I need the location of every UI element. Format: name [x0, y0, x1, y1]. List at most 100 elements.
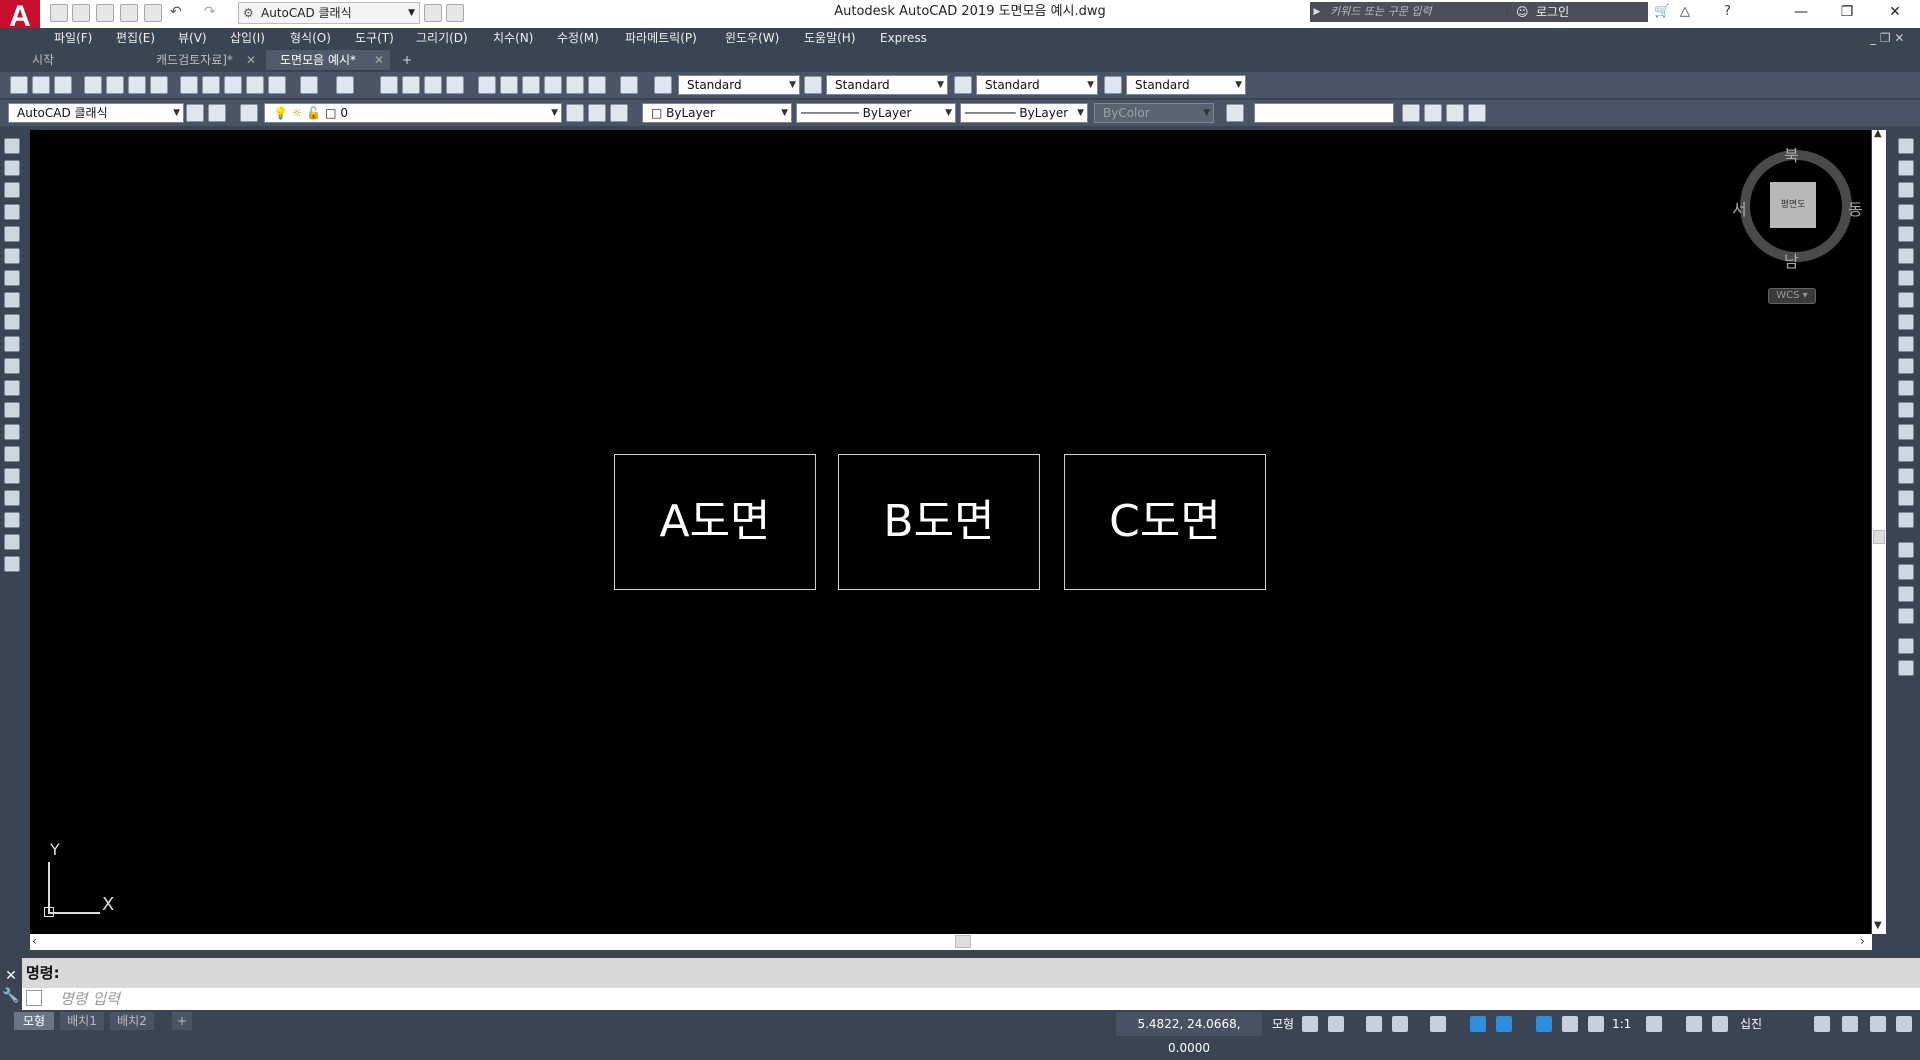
object-snap-tracking-icon[interactable] — [1470, 1016, 1486, 1032]
compass-south[interactable]: 남 — [1784, 248, 1799, 272]
minimize-button[interactable]: — — [1778, 0, 1824, 26]
design-center-icon[interactable] — [500, 76, 518, 94]
mleader-style-select[interactable]: Standard ▼ — [1126, 75, 1246, 95]
signin-button[interactable]: ☺ 로그인 — [1508, 2, 1648, 22]
plot-icon[interactable] — [144, 4, 162, 22]
annotation-scale-value[interactable]: 1:1 — [1612, 1012, 1631, 1036]
tool-palettes-icon[interactable] — [522, 76, 540, 94]
menu-parametric[interactable]: 파라메트릭(P) — [625, 28, 697, 48]
menu-dimension[interactable]: 치수(N) — [493, 28, 533, 48]
help-icon[interactable]: ? — [1724, 4, 1731, 19]
scroll-left-icon[interactable]: ‹ — [32, 934, 37, 948]
menu-insert[interactable]: 삽입(I) — [230, 28, 265, 48]
ellipse-icon[interactable] — [4, 336, 20, 352]
menu-help[interactable]: 도움말(H) — [804, 28, 856, 48]
ortho-icon[interactable] — [1366, 1016, 1382, 1032]
horizontal-scrollbar[interactable]: ‹ › — [30, 934, 1872, 950]
workspace-select[interactable]: AutoCAD 클래식 ▼ — [8, 103, 184, 123]
new-tab-button[interactable]: + — [396, 50, 420, 70]
coordinates-readout[interactable]: 5.4822, 24.0668, 0.0000 — [1116, 1012, 1262, 1055]
menu-window[interactable]: 윈도우(W) — [725, 28, 779, 48]
model-space-toggle[interactable]: 모형 — [1272, 1012, 1294, 1036]
add-selected-icon[interactable] — [4, 556, 20, 572]
bring-above-icon[interactable] — [1898, 586, 1914, 602]
redo-icon[interactable] — [336, 76, 354, 94]
gradient-icon[interactable] — [4, 468, 20, 484]
wrench-icon[interactable]: 🔧 — [0, 988, 22, 1004]
join-icon[interactable] — [1898, 424, 1914, 440]
isodraft-icon[interactable] — [1430, 1016, 1446, 1032]
rotate-icon[interactable] — [1898, 270, 1914, 286]
tab-model[interactable]: 모형 — [14, 1012, 54, 1030]
menu-file[interactable]: 파일(F) — [54, 28, 92, 48]
undo-icon[interactable]: ↶ — [170, 4, 182, 20]
hardware-acceleration-icon[interactable] — [1842, 1016, 1858, 1032]
mleader-style-icon[interactable] — [1104, 76, 1122, 94]
text-style-icon[interactable] — [654, 76, 672, 94]
open-icon[interactable] — [32, 76, 50, 94]
scroll-up-icon[interactable]: ▲ — [1874, 128, 1882, 139]
menu-edit[interactable]: 편집(E) — [116, 28, 155, 48]
spline-icon[interactable] — [4, 314, 20, 330]
menu-format[interactable]: 형식(O) — [290, 28, 331, 48]
cut-icon[interactable] — [180, 76, 198, 94]
compass-north[interactable]: 북 — [1784, 142, 1799, 166]
color-select[interactable]: □ ByLayer ▼ — [642, 103, 792, 123]
make-block-icon[interactable] — [4, 402, 20, 418]
new-icon[interactable] — [10, 76, 28, 94]
recent-commands-icon[interactable] — [26, 990, 42, 1006]
customization-icon[interactable] — [1896, 1016, 1912, 1032]
grid-icon[interactable] — [1302, 1016, 1318, 1032]
zoom-realtime-icon[interactable] — [402, 76, 420, 94]
visual-styles-icon[interactable] — [1226, 104, 1244, 122]
auto-scale-icon[interactable] — [1562, 1016, 1578, 1032]
multiline-text-icon[interactable] — [4, 534, 20, 550]
undo-icon[interactable] — [300, 76, 318, 94]
array-icon[interactable] — [1898, 226, 1914, 242]
redo-icon[interactable]: ↷ — [204, 4, 216, 20]
polygon-icon[interactable] — [4, 204, 20, 220]
extend-icon[interactable] — [1898, 358, 1914, 374]
trim-icon[interactable] — [1898, 336, 1914, 352]
tab-start[interactable]: 시작 — [18, 50, 148, 70]
search-expand-icon[interactable]: ▶ — [1310, 2, 1324, 22]
tab-layout1[interactable]: 배치1 — [60, 1012, 104, 1030]
send-under-icon[interactable] — [1898, 608, 1914, 624]
save-icon[interactable] — [54, 76, 72, 94]
revision-cloud-icon[interactable] — [4, 292, 20, 308]
layer-previous-icon[interactable] — [588, 104, 606, 122]
pan-icon[interactable] — [380, 76, 398, 94]
close-icon[interactable]: ✕ — [0, 968, 22, 984]
scroll-right-icon[interactable]: › — [1860, 934, 1865, 948]
offset-icon[interactable] — [1898, 204, 1914, 220]
publish-icon[interactable] — [128, 76, 146, 94]
plus-icon[interactable] — [1686, 1016, 1702, 1032]
erase-icon[interactable] — [1898, 138, 1914, 154]
layer-select[interactable]: 💡 ☼ 🔓 □ 0 ▼ — [264, 103, 562, 123]
drawing-frame-b[interactable]: B도면 — [838, 454, 1040, 590]
construction-line-icon[interactable] — [4, 160, 20, 176]
tab-current-drawing[interactable]: 도면모음 예시* ✕ — [266, 50, 390, 70]
hatch-to-back-icon[interactable] — [1898, 660, 1914, 676]
save-icon[interactable] — [96, 4, 114, 22]
table-style-select[interactable]: Standard ▼ — [976, 75, 1098, 95]
workspace-settings-icon[interactable] — [208, 104, 226, 122]
match-properties-icon[interactable] — [246, 76, 264, 94]
cart-icon[interactable]: 🛒 — [1654, 4, 1670, 19]
close-button[interactable]: ✕ — [1872, 0, 1918, 26]
drawing-frame-c[interactable]: C도면 — [1064, 454, 1266, 590]
block-editor-icon[interactable] — [268, 76, 286, 94]
quick-properties-icon[interactable] — [1814, 1016, 1830, 1032]
table-style-icon[interactable] — [954, 76, 972, 94]
move-icon[interactable] — [1898, 248, 1914, 264]
explode-icon[interactable] — [1898, 512, 1914, 528]
plot-icon[interactable] — [84, 76, 102, 94]
circle-icon[interactable] — [4, 270, 20, 286]
polar-tracking-icon[interactable] — [1392, 1016, 1408, 1032]
horizontal-scroll-thumb[interactable] — [955, 935, 971, 948]
help-icon[interactable] — [620, 76, 638, 94]
annotation-scale-icon[interactable] — [1588, 1016, 1604, 1032]
properties-icon[interactable] — [478, 76, 496, 94]
units-value[interactable]: 십진 — [1740, 1012, 1762, 1036]
hatch-icon[interactable] — [4, 446, 20, 462]
